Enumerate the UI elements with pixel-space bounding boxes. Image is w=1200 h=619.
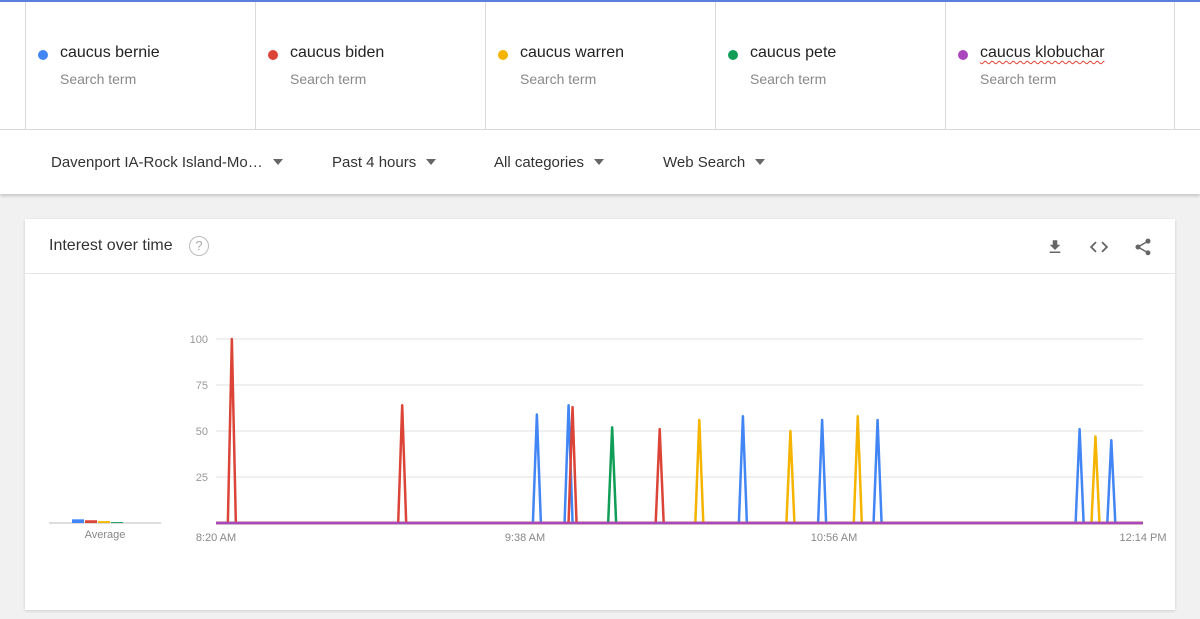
series-color-dot [268, 50, 278, 60]
x-tick-label: 10:56 AM [811, 532, 857, 544]
series-line-caucus-warren [216, 415, 1143, 525]
search-term-card-biden[interactable]: caucus biden Search term [255, 2, 485, 130]
category-dropdown[interactable]: All categories [494, 130, 605, 194]
search-term-type: Search term [290, 71, 367, 87]
caret-down-icon [755, 159, 766, 165]
series-color-dot [38, 50, 48, 60]
y-tick-label: 100 [190, 334, 208, 346]
average-bar-caucus-biden [85, 520, 97, 523]
caret-down-icon [272, 159, 283, 165]
search-term-name[interactable]: caucus bernie [60, 44, 160, 62]
series-line-caucus-pete [216, 426, 1143, 525]
series-color-dot [958, 50, 968, 60]
search-term-type: Search term [980, 71, 1057, 87]
series-color-dot [498, 50, 508, 60]
interest-over-time-card: Interest over time ? 25 50 75 100 8:20 AM 9:3… [25, 219, 1175, 610]
search-term-card-bernie[interactable]: caucus bernie Search term [25, 2, 255, 130]
y-tick-label: 75 [196, 380, 208, 392]
search-term-card-pete[interactable]: caucus pete Search term [715, 2, 945, 130]
average-bar-caucus-pete [111, 522, 123, 523]
search-term-type: Search term [60, 71, 137, 87]
average-label: Average [85, 529, 126, 541]
average-bar-caucus-bernie [72, 519, 84, 523]
search-term-type: Search term [520, 71, 597, 87]
x-tick-label: 8:20 AM [196, 532, 236, 544]
search-term-name[interactable]: caucus pete [750, 44, 836, 62]
caret-down-icon [426, 159, 437, 165]
interest-over-time-chart: 25 50 75 100 8:20 AM 9:38 AM 10:56 AM 12:14 PM A… [49, 334, 1167, 544]
search-terms-bar: caucus bernie Search term caucus biden S… [0, 2, 1200, 130]
search-term-card-warren[interactable]: caucus warren Search term [485, 2, 715, 130]
average-bar-caucus-warren [98, 521, 110, 523]
search-term-type: Search term [750, 71, 827, 87]
series-color-dot [728, 50, 738, 60]
search-term-name[interactable]: caucus biden [290, 44, 384, 62]
y-tick-label: 25 [196, 472, 208, 484]
x-tick-label: 9:38 AM [505, 532, 545, 544]
time-range-dropdown-label: Past 4 hours [332, 153, 417, 171]
search-term-name[interactable]: caucus warren [520, 44, 624, 62]
filter-bar: Davenport IA-Rock Island-Mo… Past 4 hour… [0, 130, 1200, 194]
search-type-dropdown[interactable]: Web Search [663, 130, 766, 194]
region-dropdown-label: Davenport IA-Rock Island-Mo… [51, 153, 263, 171]
caret-down-icon [594, 159, 605, 165]
time-range-dropdown[interactable]: Past 4 hours [332, 130, 437, 194]
x-tick-label: 12:14 PM [1119, 532, 1166, 544]
y-tick-label: 50 [196, 426, 208, 438]
search-type-dropdown-label: Web Search [663, 153, 746, 171]
search-term-name[interactable]: caucus klobuchar [980, 44, 1105, 62]
series-line-caucus-bernie [216, 403, 1143, 525]
region-dropdown[interactable]: Davenport IA-Rock Island-Mo… [51, 130, 283, 194]
search-term-card-klobuchar[interactable]: caucus klobuchar Search term [945, 2, 1175, 130]
category-dropdown-label: All categories [494, 153, 585, 171]
